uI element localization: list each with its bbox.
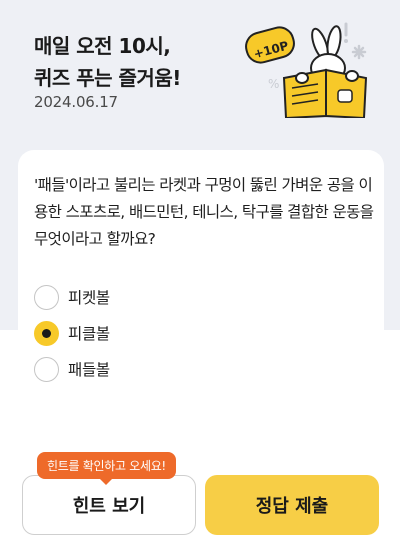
radio-empty-icon[interactable] <box>34 284 59 310</box>
option-3[interactable]: 패들볼 <box>34 356 110 382</box>
option-2[interactable]: 피클볼 <box>34 320 110 346</box>
option-label: 피켓볼 <box>68 289 110 307</box>
quiz-date: 2024.06.17 <box>34 93 118 111</box>
page-title: 매일 오전 10시, 퀴즈 푸는 즐거움! <box>34 34 181 90</box>
quiz-question: '패들'이라고 불리는 라켓과 구멍이 뚫린 가벼운 공을 이용한 스포츠로, … <box>34 176 374 248</box>
radio-empty-icon[interactable] <box>34 356 59 382</box>
option-label: 패들볼 <box>68 361 110 379</box>
radio-selected-icon[interactable] <box>34 320 59 346</box>
hint-tooltip: 힌트를 확인하고 오세요! <box>37 452 176 485</box>
submit-answer-button[interactable]: 정답 제출 <box>205 475 379 535</box>
option-label: 피클볼 <box>68 325 110 343</box>
svg-text:%: % <box>268 77 279 91</box>
rabbit-reading-book-icon: % +10P <box>245 22 368 118</box>
option-1[interactable]: 피켓볼 <box>34 284 110 310</box>
